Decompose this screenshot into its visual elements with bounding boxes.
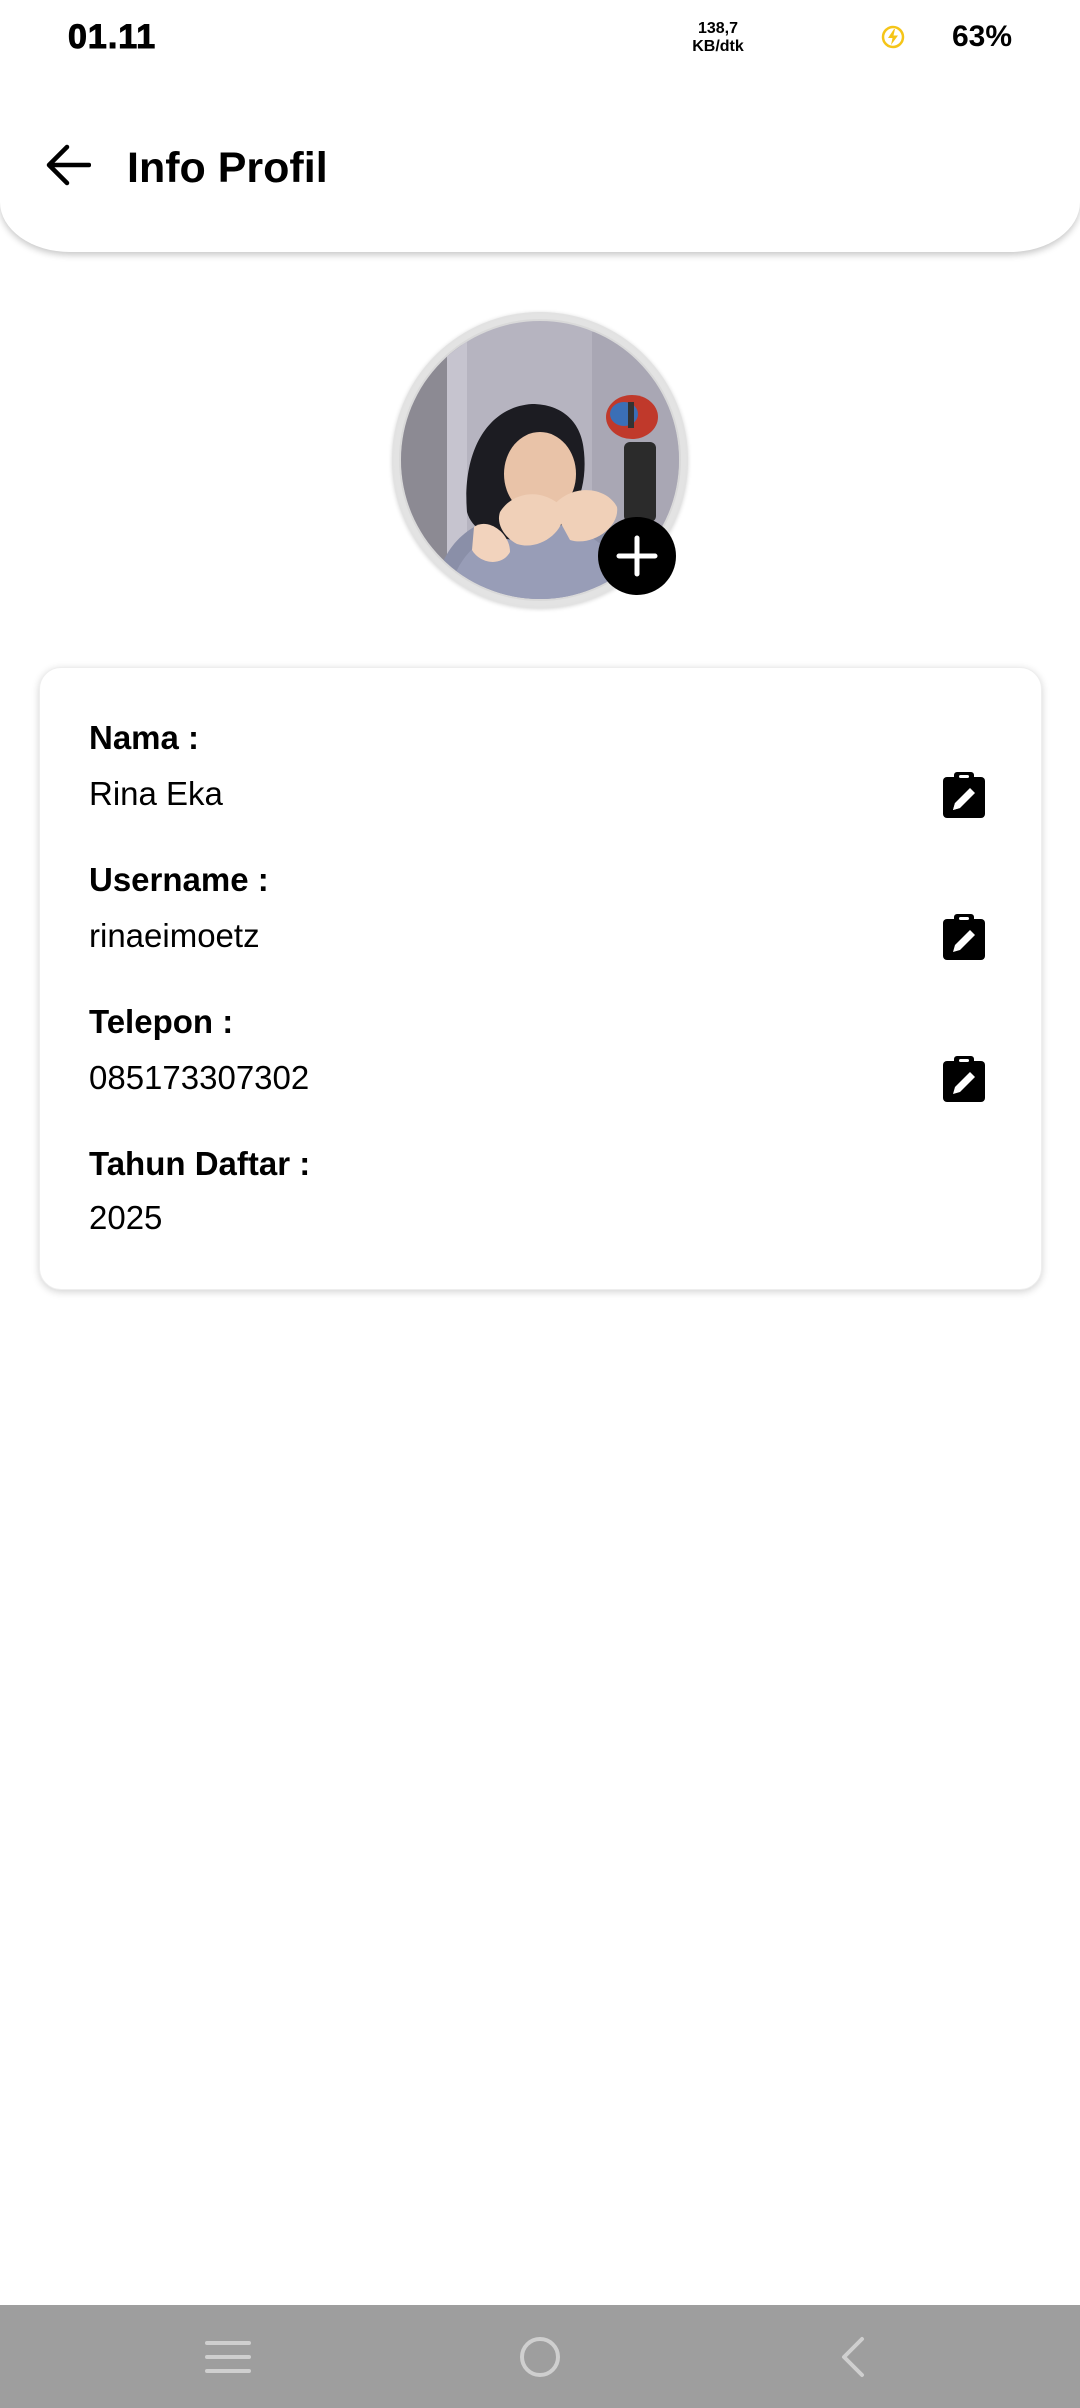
phone-value: 085173307302	[89, 1059, 310, 1096]
edit-phone-button[interactable]	[940, 1054, 988, 1104]
edit-username-button[interactable]	[940, 912, 988, 962]
profile-info-screen: Info Profil 01.11 138,7 KB/dtk 63% Nama …	[0, 0, 1080, 2408]
network-speed-value: 138,7	[697, 20, 739, 37]
arrow-left-icon	[46, 144, 91, 186]
register-year-value: 2025	[89, 1199, 163, 1236]
menu-icon	[205, 2341, 251, 2373]
register-year-label: Tahun Daftar :	[89, 1145, 311, 1182]
home-button[interactable]	[515, 2333, 565, 2381]
status-time: 01.11	[67, 18, 157, 57]
name-label: Nama :	[89, 719, 200, 756]
lightning-bolt-icon	[881, 25, 905, 49]
back-button[interactable]	[38, 130, 98, 200]
back-chevron-icon	[842, 2337, 864, 2377]
home-circle-icon	[520, 2337, 560, 2377]
username-value: rinaeimoetz	[89, 917, 260, 954]
plus-icon	[616, 535, 658, 577]
network-speed: 138,7 KB/dtk	[690, 20, 746, 56]
recent-apps-button[interactable]	[203, 2333, 253, 2381]
clipboard-edit-icon	[943, 772, 985, 818]
system-nav-bar	[0, 2305, 1080, 2408]
clipboard-edit-icon	[943, 1056, 985, 1102]
add-photo-button[interactable]	[598, 517, 676, 595]
page-title: Info Profil	[127, 144, 328, 192]
battery-level: 63%	[952, 20, 1013, 53]
name-value: Rina Eka	[89, 775, 223, 812]
network-speed-unit: KB/dtk	[692, 38, 744, 55]
phone-label: Telepon :	[89, 1003, 234, 1040]
nav-back-button[interactable]	[827, 2333, 877, 2381]
status-bar: 01.11 138,7 KB/dtk 63%	[0, 0, 1080, 80]
clipboard-edit-icon	[943, 914, 985, 960]
profile-info-card: Nama : Rina Eka Username : rinaeimoetz T…	[39, 667, 1042, 1290]
avatar-container	[392, 312, 688, 608]
username-label: Username :	[89, 861, 269, 898]
edit-name-button[interactable]	[940, 770, 988, 820]
